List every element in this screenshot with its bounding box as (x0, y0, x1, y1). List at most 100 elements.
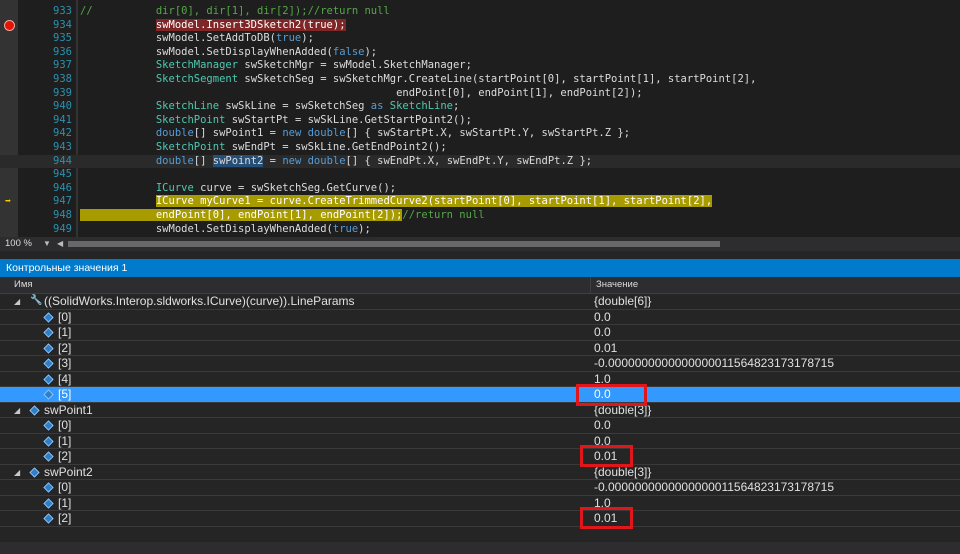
collapse-arrow-icon[interactable]: ◢ (14, 465, 20, 480)
code-text[interactable]: SketchPoint swEndPt = swSkLine.GetEndPoi… (80, 141, 447, 155)
watch-row-name: [1] (58, 433, 72, 448)
code-text[interactable]: SketchManager swSketchMgr = swModel.Sket… (80, 59, 472, 73)
highlight-box (576, 384, 647, 406)
code-text[interactable]: swModel.SetDisplayWhenAdded(true); (80, 223, 371, 237)
line-number: 937 (53, 59, 72, 72)
watch-window-title[interactable]: Контрольные значения 1 (0, 259, 960, 277)
watch-row-value[interactable]: -0.0000000000000000011564823173178715 (594, 480, 834, 495)
code-text[interactable]: SketchSegment swSketchSeg = swSketchMgr.… (80, 73, 757, 87)
line-number: 936 (53, 45, 72, 58)
watch-row[interactable]: [2] 0.01 (0, 511, 960, 527)
code-line[interactable]: 936 swModel.SetDisplayWhenAdded(false); (0, 46, 960, 60)
field-cube-icon (29, 466, 40, 478)
watch-row-value[interactable]: 0.01 (594, 341, 617, 356)
code-text[interactable]: // dir[0], dir[1], dir[2]);//return null (80, 5, 390, 19)
watch-row-name: swPoint2 (44, 464, 93, 479)
line-number: 939 (53, 86, 72, 99)
code-text[interactable]: endPoint[0], endPoint[1], endPoint[2]); (80, 87, 643, 101)
field-cube-icon (43, 513, 54, 524)
watch-row-value[interactable]: 0.0 (594, 418, 611, 433)
code-text[interactable]: ICurve myCurve1 = curve.CreateTrimmedCur… (80, 195, 713, 209)
watch-row[interactable]: [1] 0.0 (0, 433, 960, 449)
watch-row-name: [1] (58, 495, 72, 510)
collapse-arrow-icon[interactable]: ◢ (14, 294, 20, 309)
watch-row[interactable]: [2] 0.01 (0, 449, 960, 465)
code-line[interactable]: 938 SketchSegment swSketchSeg = swSketch… (0, 73, 960, 87)
code-text[interactable]: endPoint[0], endPoint[1], endPoint[2]);/… (80, 209, 485, 223)
code-line[interactable]: 935 swModel.SetAddToDB(true); (0, 32, 960, 46)
code-line[interactable]: 949 swModel.SetDisplayWhenAdded(true); (0, 223, 960, 237)
code-line[interactable]: 940 SketchLine swSkLine = swSketchSeg as… (0, 100, 960, 114)
code-line[interactable]: 933 // dir[0], dir[1], dir[2]);//return n… (0, 5, 960, 19)
watch-row-name: [2] (58, 340, 72, 355)
code-line[interactable]: ➡ 947 ICurve myCurve1 = curve.CreateTrimm… (0, 195, 960, 209)
line-number: 941 (53, 113, 72, 126)
line-number: 940 (53, 100, 72, 113)
watch-row[interactable]: [3] -0.0000000000000000011564823173178715 (0, 356, 960, 372)
field-cube-icon (43, 373, 54, 385)
watch-footer (0, 542, 960, 554)
code-text[interactable]: swModel.SetAddToDB(true); (80, 32, 314, 46)
line-number: 938 (53, 73, 72, 85)
code-line[interactable]: 934 swModel.Insert3DSketch2(true); (0, 18, 960, 33)
watch-row[interactable]: [4] 1.0 (0, 372, 960, 387)
line-number: 947 (53, 195, 72, 208)
code-text[interactable]: double[] swPoint2 = new double[] { swEnd… (80, 154, 592, 169)
line-number: 935 (53, 32, 72, 45)
code-text[interactable]: double[] swPoint1 = new double[] { swSta… (80, 127, 630, 141)
watch-row-value[interactable]: {double[6]} (594, 294, 651, 309)
column-value-header[interactable]: Значение (596, 277, 638, 293)
zoom-dropdown-icon[interactable]: ▼ (43, 237, 51, 251)
field-cube-icon (43, 497, 54, 509)
code-line[interactable]: 948 endPoint[0], endPoint[1], endPoint[2… (0, 209, 960, 223)
code-text[interactable]: ICurve curve = swSketchSeg.GetCurve(); (80, 182, 396, 196)
watch-row-value[interactable]: 0.0 (594, 310, 611, 325)
watch-row-name: [3] (58, 356, 72, 370)
code-line[interactable]: 937 SketchManager swSketchMgr = swModel.… (0, 59, 960, 73)
code-line[interactable]: 942 double[] swPoint1 = new double[] { s… (0, 127, 960, 141)
watch-row-name: ((SolidWorks.Interop.sldworks.ICurve)(cu… (44, 294, 355, 308)
highlight-box (580, 507, 633, 529)
watch-row-name: [5] (58, 387, 72, 401)
field-cube-icon (29, 404, 40, 416)
watch-row[interactable]: [5] 0.0 (0, 387, 960, 403)
watch-row-value[interactable]: -0.0000000000000000011564823173178715 (594, 356, 834, 371)
code-line[interactable]: 939 endPoint[0], endPoint[1], endPoint[2… (0, 87, 960, 101)
line-number: 942 (53, 127, 72, 140)
watch-row-name: [2] (58, 449, 72, 463)
watch-row[interactable]: [0] -0.0000000000000000011564823173178715 (0, 480, 960, 496)
breakpoint-icon[interactable] (4, 19, 15, 31)
watch-row[interactable]: [2] 0.01 (0, 340, 960, 356)
line-number: 944 (53, 154, 72, 167)
watch-row[interactable]: ◢ swPoint2 {double[3]} (0, 464, 960, 480)
code-line[interactable]: 941 SketchPoint swStartPt = swSkLine.Get… (0, 114, 960, 128)
watch-row-name: [0] (58, 480, 72, 494)
horizontal-scrollbar-thumb[interactable] (68, 241, 720, 247)
line-number: 945 (53, 168, 72, 181)
watch-window: Контрольные значения 1 Имя Значение ◢ 🔧((… (0, 251, 960, 554)
code-editor[interactable]: 933 // dir[0], dir[1], dir[2]);//return n… (0, 0, 960, 237)
zoom-level[interactable]: 100 % (5, 237, 32, 251)
code-text[interactable]: SketchLine swSkLine = swSketchSeg as Ske… (80, 100, 459, 114)
code-line[interactable]: 945 (0, 168, 960, 182)
watch-row[interactable]: ◢ 🔧 ((SolidWorks.Interop.sldworks.ICurve)(… (0, 294, 960, 310)
code-line[interactable]: 944 double[] swPoint2 = new double[] { s… (0, 154, 960, 169)
watch-row-name: swPoint1 (44, 402, 93, 417)
collapse-arrow-icon[interactable]: ◢ (14, 403, 20, 418)
watch-row[interactable]: [1] 0.0 (0, 325, 960, 341)
wrench-icon: 🔧 (30, 295, 43, 306)
watch-row[interactable]: ◢ swPoint1 {double[3]} (0, 402, 960, 418)
field-cube-icon (43, 435, 54, 447)
code-line[interactable]: 943 SketchPoint swEndPt = swSkLine.GetEn… (0, 141, 960, 155)
field-cube-icon (43, 327, 54, 338)
code-text[interactable]: SketchPoint swStartPt = swSkLine.GetStar… (80, 114, 472, 128)
column-name-header[interactable]: Имя (14, 277, 33, 293)
watch-row[interactable]: [0] 0.0 (0, 310, 960, 325)
watch-row-value[interactable]: 0.0 (594, 325, 611, 340)
code-line[interactable]: 946 ICurve curve = swSketchSeg.GetCurve(… (0, 182, 960, 196)
watch-row[interactable]: [0] 0.0 (0, 418, 960, 434)
scroll-left-icon[interactable]: ◀ (57, 237, 63, 251)
code-text[interactable]: swModel.Insert3DSketch2(true); (80, 18, 346, 33)
code-text[interactable]: swModel.SetDisplayWhenAdded(false); (80, 46, 377, 60)
watch-row[interactable]: [1] 1.0 (0, 495, 960, 511)
